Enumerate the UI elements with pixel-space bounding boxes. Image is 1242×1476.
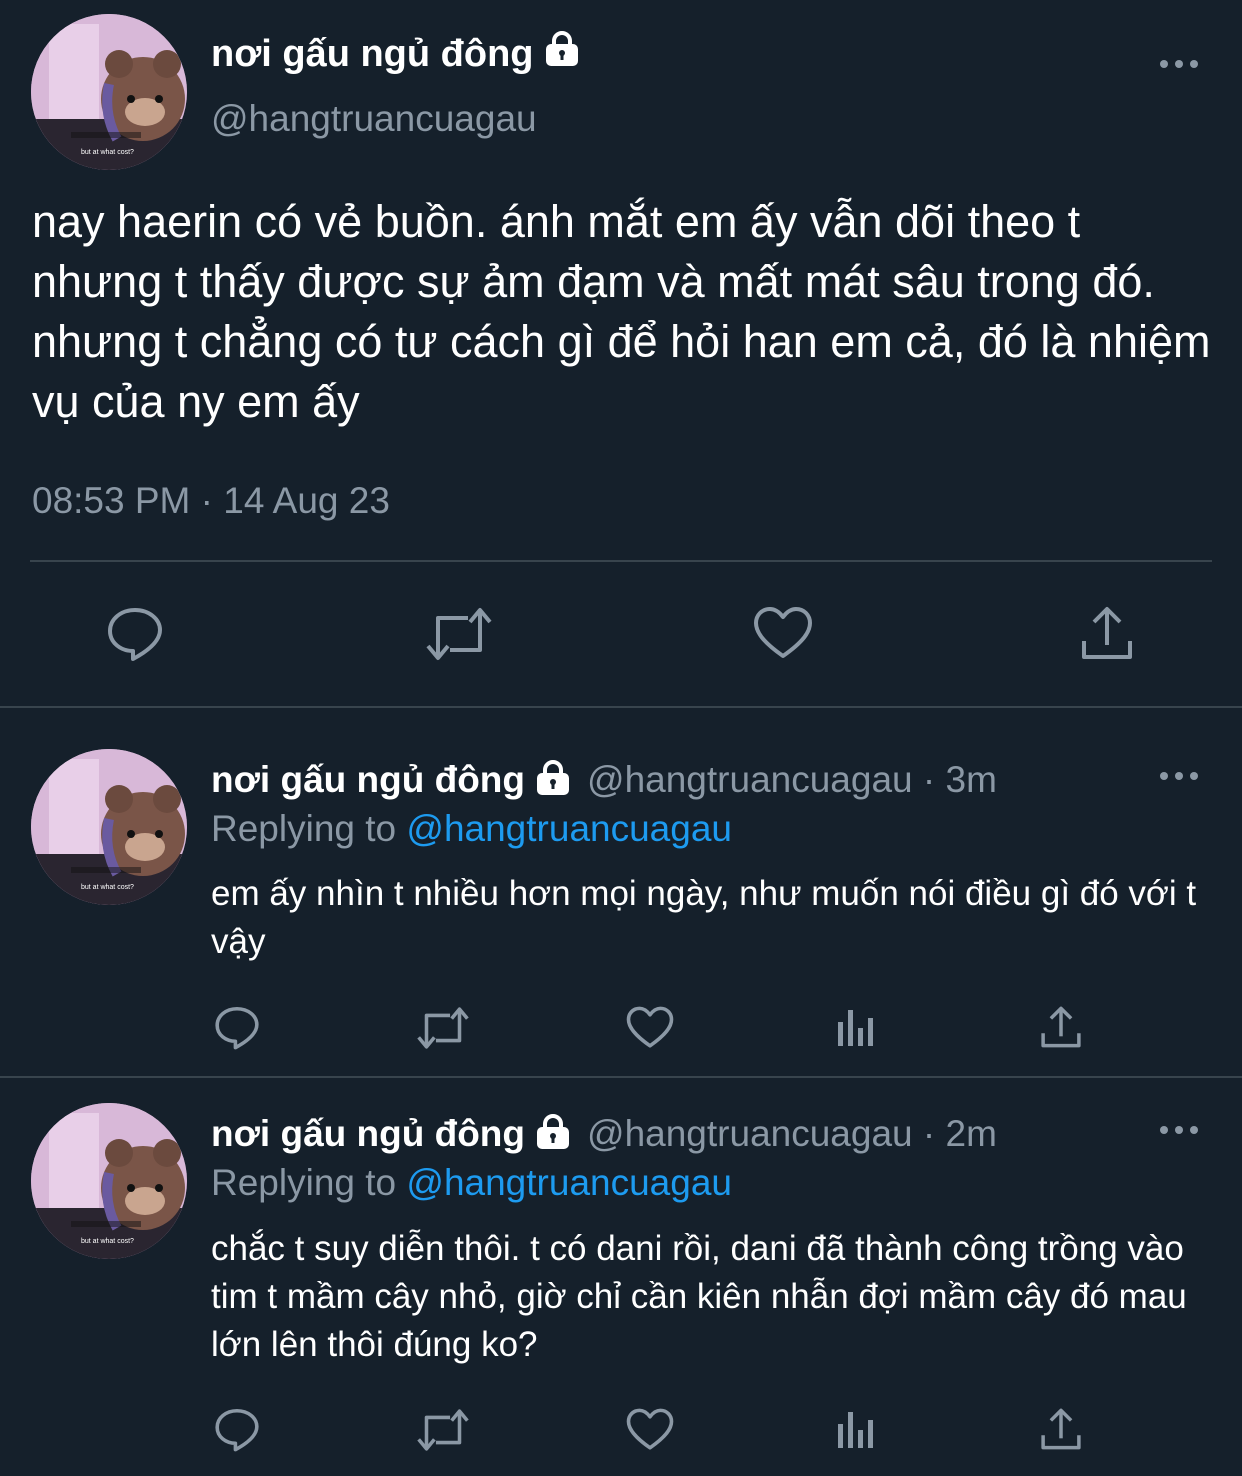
lock-icon (533, 759, 573, 801)
retweet-icon[interactable] (424, 606, 494, 667)
replying-to: Replying to @hangtruancuagau (211, 1162, 732, 1204)
avatar-caption: but at what cost? (81, 884, 134, 891)
share-icon[interactable] (1080, 605, 1134, 666)
more-icon[interactable] (1158, 56, 1200, 77)
analytics-icon[interactable] (836, 1410, 876, 1455)
replying-to: Replying to @hangtruancuagau (211, 808, 732, 850)
reply-text: em ấy nhìn t nhiều hơn mọi ngày, như muố… (211, 874, 1197, 961)
avatar[interactable]: but at what cost? (31, 749, 187, 905)
reply-icon[interactable] (214, 1406, 260, 1457)
reply-icon[interactable] (106, 604, 164, 667)
share-icon[interactable] (1040, 1407, 1082, 1456)
like-icon[interactable] (626, 1006, 674, 1054)
share-icon[interactable] (1040, 1005, 1082, 1054)
reply-icon[interactable] (214, 1004, 260, 1055)
divider (0, 1076, 1242, 1078)
like-icon[interactable] (626, 1408, 674, 1456)
reply-text: chắc t suy diễn thôi. t có dani rồi, dan… (211, 1229, 1187, 1364)
display-name[interactable]: nơi gấu ngủ đông (211, 1113, 525, 1155)
avatar[interactable]: but at what cost? (31, 14, 187, 170)
avatar-caption: but at what cost? (81, 1238, 134, 1245)
avatar-caption: but at what cost? (81, 149, 134, 156)
handle[interactable]: @hangtruancuagau (211, 98, 537, 140)
more-icon[interactable] (1158, 768, 1200, 789)
like-icon[interactable] (753, 606, 813, 665)
replying-label: Replying to (211, 808, 397, 849)
tweet-text: nay haerin có vẻ buồn. ánh mắt em ấy vẫn… (32, 196, 1211, 427)
reply-header: nơi gấu ngủ đông @hangtruancuagau · 2m (211, 1110, 997, 1158)
lock-icon (542, 31, 582, 77)
timestamp[interactable]: 08:53 PM · 14 Aug 23 (32, 480, 390, 522)
divider (30, 560, 1212, 562)
reply-header: nơi gấu ngủ đông @hangtruancuagau · 3m (211, 756, 997, 804)
display-name-text: nơi gấu ngủ đông (211, 32, 534, 75)
mention-link[interactable]: @hangtruancuagau (406, 1162, 732, 1203)
analytics-icon[interactable] (836, 1008, 876, 1053)
divider (0, 706, 1242, 708)
mention-link[interactable]: @hangtruancuagau (406, 808, 732, 849)
handle-time[interactable]: @hangtruancuagau · 3m (587, 759, 997, 801)
display-name[interactable]: nơi gấu ngủ đông (211, 30, 582, 78)
display-name[interactable]: nơi gấu ngủ đông (211, 759, 525, 801)
tweet-thread: but at what cost? nơi gấu ngủ đông @hang… (0, 0, 1242, 1476)
more-icon[interactable] (1158, 1122, 1200, 1143)
retweet-icon[interactable] (415, 1006, 471, 1055)
lock-icon (533, 1113, 573, 1155)
retweet-icon[interactable] (415, 1408, 471, 1457)
handle-time[interactable]: @hangtruancuagau · 2m (587, 1113, 997, 1155)
avatar[interactable]: but at what cost? (31, 1103, 187, 1259)
replying-label: Replying to (211, 1162, 397, 1203)
